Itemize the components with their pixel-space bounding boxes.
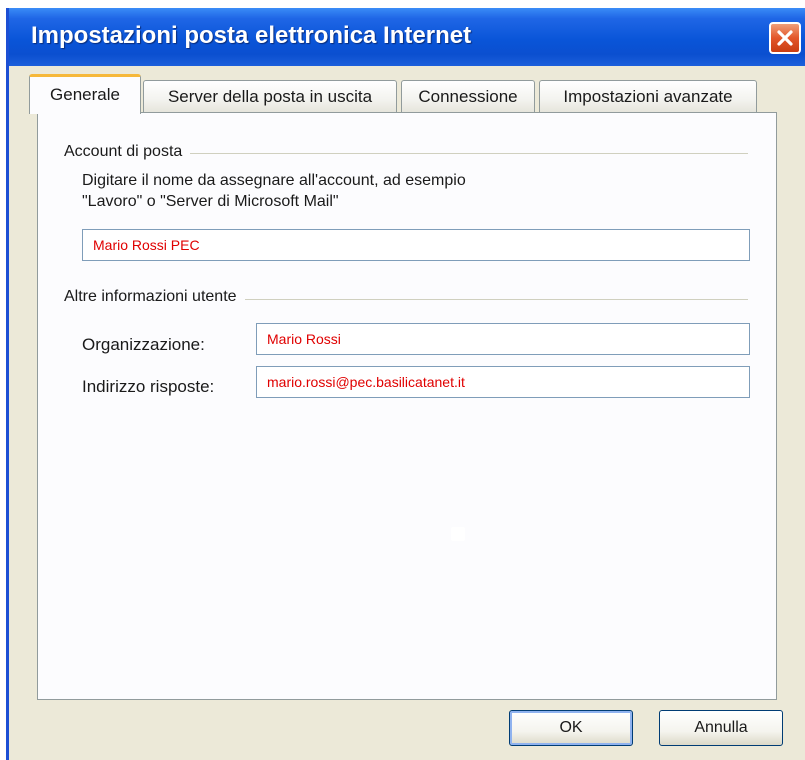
close-button[interactable] — [769, 22, 801, 54]
tab-server-posta-uscita[interactable]: Server della posta in uscita — [143, 80, 397, 112]
dialog-window: Impostazioni posta elettronica Internet … — [6, 8, 805, 760]
description-line-2: "Lavoro" o "Server di Microsoft Mail" — [82, 193, 339, 210]
account-group-label: Account di posta — [64, 143, 191, 161]
tab-connessione[interactable]: Connessione — [401, 80, 535, 112]
cancel-button[interactable]: Annulla — [659, 710, 783, 746]
organization-label: Organizzazione: — [82, 335, 205, 354]
window-title: Impostazioni posta elettronica Internet — [31, 22, 472, 49]
tab-label: Generale — [50, 85, 120, 104]
tab-label: Server della posta in uscita — [167, 87, 373, 106]
account-name-input[interactable]: Mario Rossi PEC — [82, 229, 750, 261]
tab-panel-generale: Account di posta Digitare il nome da ass… — [37, 112, 777, 700]
tab-label: Connessione — [418, 87, 518, 106]
reply-address-input[interactable]: mario.rossi@pec.basilicatanet.it — [256, 366, 750, 398]
tab-impostazioni-avanzate[interactable]: Impostazioni avanzate — [539, 80, 757, 112]
close-icon — [777, 30, 793, 46]
account-description: Digitare il nome da assegnare all'accoun… — [82, 170, 466, 212]
ok-button[interactable]: OK — [509, 710, 633, 746]
tab-label: Impostazioni avanzate — [563, 87, 733, 106]
description-line-1: Digitare il nome da assegnare all'accoun… — [82, 172, 466, 189]
decorative-dot — [451, 527, 465, 541]
title-bar[interactable]: Impostazioni posta elettronica Internet — [9, 8, 805, 66]
tab-generale[interactable]: Generale — [29, 74, 141, 114]
organization-input[interactable]: Mario Rossi — [256, 323, 750, 355]
user-info-group-label: Altre informazioni utente — [64, 288, 245, 306]
reply-address-label: Indirizzo risposte: — [82, 377, 215, 396]
